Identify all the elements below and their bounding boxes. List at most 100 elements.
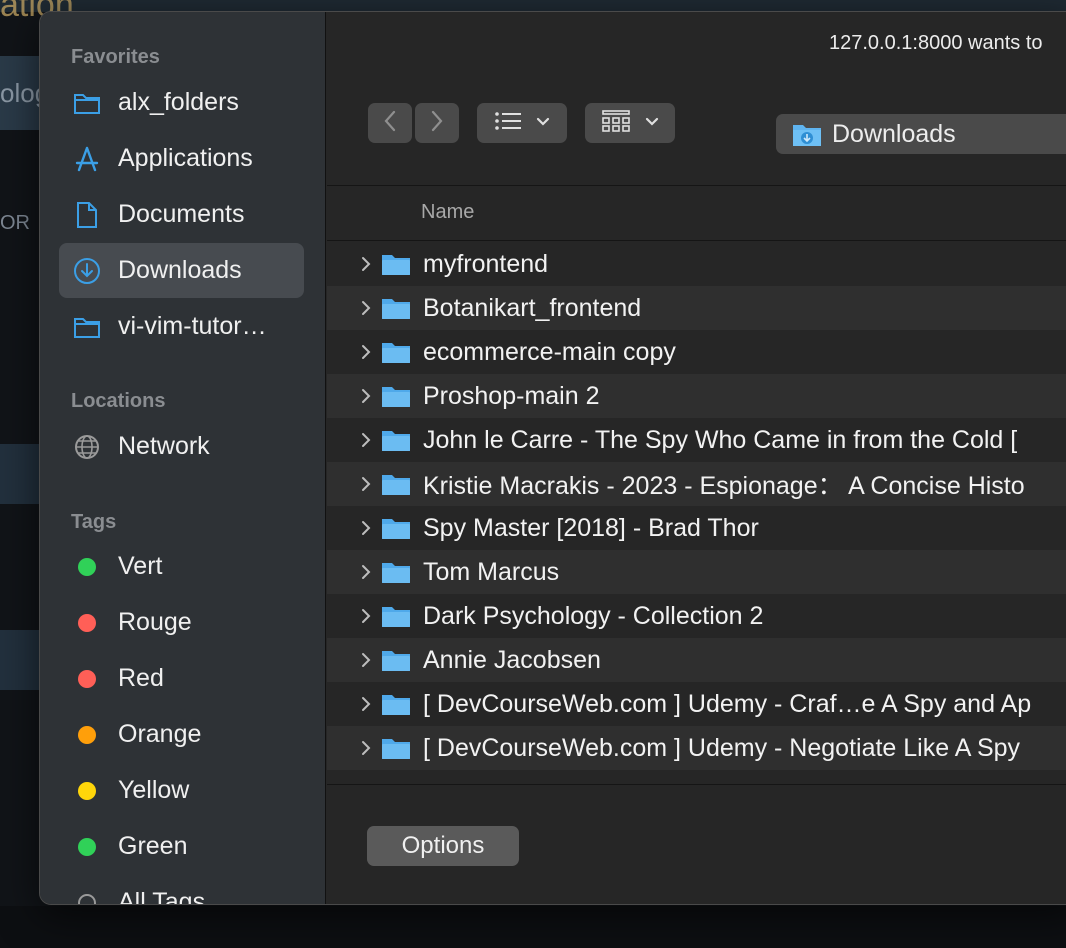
sidebar-item-label: vi-vim-tutor… bbox=[118, 312, 267, 340]
folder-icon bbox=[381, 648, 411, 672]
sidebar-item-label: Green bbox=[118, 832, 188, 860]
file-row[interactable]: Tom Marcus bbox=[327, 550, 1066, 594]
applications-icon bbox=[73, 145, 101, 173]
favorites-header: Favorites bbox=[71, 46, 160, 68]
sidebar-item-vi-vim-tutor[interactable]: vi-vim-tutor… bbox=[59, 299, 304, 354]
file-name: Spy Master [2018] - Brad Thor bbox=[423, 513, 759, 542]
view-mode-button[interactable] bbox=[477, 103, 567, 143]
column-header-name[interactable]: Name bbox=[421, 201, 474, 224]
file-row[interactable]: Botanikart_frontend bbox=[327, 286, 1066, 330]
file-row[interactable]: [ DevCourseWeb.com ] Udemy - Craf…e A Sp… bbox=[327, 682, 1066, 726]
file-name: [ DevCourseWeb.com ] Udemy - Negotiate L… bbox=[423, 733, 1021, 762]
disclosure-chevron-icon[interactable] bbox=[354, 387, 378, 405]
sidebar-item-label: All Tags bbox=[118, 888, 206, 905]
disclosure-chevron-icon[interactable] bbox=[354, 343, 378, 361]
list-view-icon bbox=[494, 111, 522, 136]
folder-icon bbox=[381, 384, 411, 408]
file-row[interactable]: Proshop-main 2 bbox=[327, 374, 1066, 418]
sidebar-item-network[interactable]: Network bbox=[59, 419, 304, 474]
file-open-dialog: Favorites alx_folders Applications Docum… bbox=[39, 11, 1066, 905]
file-row[interactable]: [ DevCourseWeb.com ] Udemy - Negotiate L… bbox=[327, 726, 1066, 770]
disclosure-chevron-icon[interactable] bbox=[354, 739, 378, 757]
folder-icon bbox=[73, 89, 101, 117]
tags-header: Tags bbox=[71, 511, 117, 533]
downloads-folder-icon bbox=[792, 121, 822, 147]
tag-color-dot bbox=[78, 781, 96, 800]
folder-icon bbox=[381, 560, 411, 584]
main-pane: 127.0.0.1:8000 wants to Downloads Name m… bbox=[327, 12, 1066, 904]
file-row[interactable]: ecommerce-main copy bbox=[327, 330, 1066, 374]
locations-header: Locations bbox=[71, 390, 166, 412]
tag-color-dot bbox=[78, 613, 96, 632]
file-name: Annie Jacobsen bbox=[423, 645, 601, 674]
sidebar-tag-item[interactable]: Rouge bbox=[59, 595, 304, 650]
group-by-button[interactable] bbox=[585, 103, 675, 143]
disclosure-chevron-icon[interactable] bbox=[354, 255, 378, 273]
file-name: Kristie Macrakis - 2023 - Espionage： A C… bbox=[423, 472, 1025, 500]
sidebar-item-applications[interactable]: Applications bbox=[59, 131, 304, 186]
folder-icon bbox=[381, 340, 411, 364]
file-row[interactable]: Kristie Macrakis - 2023 - Espionage： A C… bbox=[327, 462, 1066, 506]
file-row[interactable]: John le Carre - The Spy Who Came in from… bbox=[327, 418, 1066, 462]
sidebar-item-label: Applications bbox=[118, 144, 253, 172]
folder-icon bbox=[381, 252, 411, 276]
disclosure-chevron-icon[interactable] bbox=[354, 651, 378, 669]
file-row[interactable]: Dark Psychology - Collection 2 bbox=[327, 594, 1066, 638]
sidebar-tag-item[interactable]: Yellow bbox=[59, 763, 304, 818]
all-tags-icon bbox=[78, 893, 96, 904]
file-row[interactable]: Spy Master [2018] - Brad Thor bbox=[327, 506, 1066, 550]
disclosure-chevron-icon[interactable] bbox=[354, 431, 378, 449]
sidebar-tag-item[interactable]: Vert bbox=[59, 539, 304, 594]
file-name: myfrontend bbox=[423, 249, 549, 278]
file-row[interactable]: myfrontend bbox=[327, 242, 1066, 286]
options-button[interactable]: Options bbox=[367, 826, 519, 866]
disclosure-chevron-icon[interactable] bbox=[354, 607, 378, 625]
sidebar-item-label: Network bbox=[118, 432, 210, 460]
globe-icon bbox=[73, 433, 101, 461]
file-name: [ DevCourseWeb.com ] Udemy - Craf…e A Sp… bbox=[423, 689, 1032, 718]
tag-color-dot bbox=[78, 725, 96, 744]
disclosure-chevron-icon[interactable] bbox=[354, 519, 378, 537]
chevron-down-icon bbox=[536, 114, 550, 132]
folder-icon bbox=[381, 296, 411, 320]
tag-color-dot bbox=[78, 837, 96, 856]
sidebar-item-label: Downloads bbox=[118, 256, 242, 284]
document-icon bbox=[73, 201, 101, 229]
folder-icon bbox=[381, 516, 411, 540]
sidebar-tag-item[interactable]: Green bbox=[59, 819, 304, 874]
chevron-down-icon bbox=[645, 114, 659, 132]
sidebar-item-label: Documents bbox=[118, 200, 245, 228]
forward-button[interactable] bbox=[415, 103, 459, 143]
folder-icon bbox=[381, 472, 411, 496]
file-row[interactable]: Annie Jacobsen bbox=[327, 638, 1066, 682]
background-bottom bbox=[0, 906, 1066, 948]
chevron-right-icon bbox=[430, 110, 444, 137]
background-side-text: OR bbox=[0, 212, 30, 234]
disclosure-chevron-icon[interactable] bbox=[354, 475, 378, 493]
file-name: Dark Psychology - Collection 2 bbox=[423, 601, 764, 630]
tag-color-dot bbox=[78, 669, 96, 688]
sidebar-tag-item[interactable]: All Tags bbox=[59, 875, 304, 905]
download-icon bbox=[73, 257, 101, 285]
back-button[interactable] bbox=[368, 103, 412, 143]
sidebar-item-label: Yellow bbox=[118, 776, 190, 804]
sidebar-tag-item[interactable]: Orange bbox=[59, 707, 304, 762]
sidebar-item-downloads[interactable]: Downloads bbox=[59, 243, 304, 298]
disclosure-chevron-icon[interactable] bbox=[354, 299, 378, 317]
sidebar-item-label: Orange bbox=[118, 720, 202, 748]
sidebar-item-alx-folders[interactable]: alx_folders bbox=[59, 75, 304, 130]
disclosure-chevron-icon[interactable] bbox=[354, 563, 378, 581]
location-dropdown[interactable]: Downloads bbox=[776, 114, 1066, 154]
grid-view-icon bbox=[601, 109, 631, 138]
location-label: Downloads bbox=[832, 119, 956, 148]
file-name: ecommerce-main copy bbox=[423, 337, 676, 366]
sidebar-tag-item[interactable]: Red bbox=[59, 651, 304, 706]
sidebar-item-label: Red bbox=[118, 664, 164, 692]
folder-icon bbox=[381, 604, 411, 628]
disclosure-chevron-icon[interactable] bbox=[354, 695, 378, 713]
background-block bbox=[0, 630, 40, 690]
sidebar-item-documents[interactable]: Documents bbox=[59, 187, 304, 242]
folder-icon bbox=[381, 736, 411, 760]
background-block bbox=[0, 444, 40, 504]
chevron-left-icon bbox=[383, 110, 397, 137]
